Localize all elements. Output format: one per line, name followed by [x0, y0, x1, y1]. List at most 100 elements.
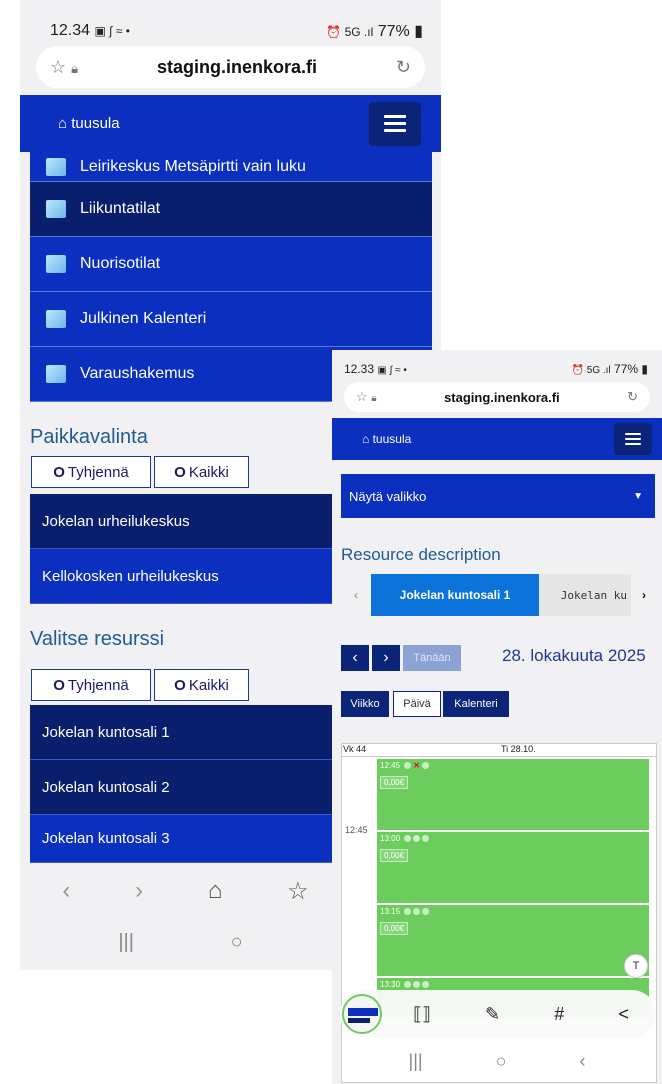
menu-item-nuorisotilat[interactable]: Nuorisotilat	[30, 237, 432, 292]
place-label: Kellokosken urheilukeskus	[42, 567, 219, 585]
tab-label: Jokelan kuntosali 1	[399, 588, 511, 602]
notification-icons: ▣ ∫ ≈ •	[377, 365, 407, 376]
slot-time: 12:45	[380, 761, 401, 770]
slot-price: 0,00€	[380, 922, 409, 935]
circle-icon: O	[53, 676, 65, 694]
day-label: Ti 28.10.	[501, 744, 536, 754]
slot-time: 13:30	[380, 980, 401, 989]
today-label: Tänään	[413, 652, 451, 664]
top-navbar: ⌂ tuusula	[332, 418, 662, 460]
url-bar[interactable]: ☆ 🔒︎ staging.inenkora.fi ↻	[344, 382, 650, 412]
cube-icon	[46, 310, 66, 328]
show-menu-dropdown[interactable]: Näytä valikko ▼	[341, 474, 655, 518]
menu-item-julkinen-kalenteri[interactable]: Julkinen Kalenteri	[30, 292, 432, 347]
capture-toolbar: ⟦⟧ ✎ # <	[340, 990, 656, 1038]
reload-icon[interactable]: ↻	[627, 389, 638, 405]
tab-active[interactable]: Jokelan kuntosali 1	[371, 574, 539, 616]
resource-clear-button[interactable]: O Tyhjennä	[31, 669, 151, 701]
brand-link[interactable]: ⌂ tuusula	[58, 115, 120, 132]
status-bar: 12.34 ▣ ∫ ≈ • ⏰ 5G .ıl 77% ▮	[20, 18, 441, 44]
home-icon[interactable]: ⌂	[208, 877, 223, 905]
time-label: 12:45	[345, 825, 368, 835]
screenshot-thumbnail[interactable]	[342, 994, 382, 1034]
back-icon[interactable]: ‹	[62, 877, 70, 905]
clock: 12.34	[50, 22, 91, 39]
next-day-button[interactable]: ›	[372, 645, 400, 671]
calendar-header: Vk 44 Ti 28.10.	[341, 743, 657, 757]
place-clear-label: Tyhjennä	[67, 463, 129, 481]
text-extract-icon[interactable]: T	[624, 954, 648, 978]
cancel-icon[interactable]: ✕	[413, 761, 420, 770]
resource-section-title: Valitse resurssi	[30, 628, 165, 650]
url-text: staging.inenkora.fi	[444, 389, 560, 405]
scan-icon[interactable]: ⟦⟧	[413, 1004, 431, 1025]
cube-icon	[46, 365, 66, 383]
brand-label: tuusula	[372, 432, 412, 446]
menu-item-label: Leirikeskus Metsäpirtti vain luku	[80, 157, 306, 175]
circle-icon: O	[53, 463, 65, 481]
url-text: staging.inenkora.fi	[156, 56, 317, 77]
place-label: Jokelan urheilukeskus	[42, 512, 190, 530]
view-week-button[interactable]: Viikko	[341, 691, 389, 717]
forward-icon[interactable]: ›	[135, 877, 143, 905]
bookmarks-icon[interactable]: ☆	[287, 877, 309, 906]
home-icon: ⌂	[58, 115, 68, 132]
circle-icon: O	[174, 676, 186, 694]
top-navbar: ⌂ tuusula	[20, 95, 441, 152]
system-nav-bar: ||| ○ ‹	[332, 1044, 662, 1078]
view-day-button[interactable]: Päivä	[393, 691, 441, 717]
reload-icon[interactable]: ↻	[396, 57, 411, 78]
lock-icon: 🔒︎	[371, 393, 377, 404]
view-calendar-button[interactable]: Kalenteri	[443, 691, 509, 717]
url-bar[interactable]: ☆ 🔒︎ staging.inenkora.fi ↻	[36, 46, 425, 88]
recents-icon[interactable]: |||	[409, 1051, 423, 1072]
resource-clear-label: Tyhjennä	[67, 676, 129, 694]
resource-tabs: ‹ Jokelan kuntosali 1 Jokelan ku ›	[341, 574, 657, 616]
recents-icon[interactable]: |||	[118, 931, 134, 954]
hamburger-menu-button[interactable]	[369, 101, 421, 146]
menu-item-liikuntatilat[interactable]: Liikuntatilat	[30, 182, 432, 237]
notification-icons: ▣ ∫ ≈ •	[94, 24, 130, 38]
right-phone-screenshot: 12.33 ▣ ∫ ≈ • ⏰ 5G .ıl 77% ▮ ☆ 🔒︎ stagin…	[332, 350, 662, 1084]
tab-inactive[interactable]: Jokelan ku	[539, 574, 631, 616]
tabs-next-icon[interactable]: ›	[631, 574, 657, 616]
menu-item-label: Julkinen Kalenteri	[80, 310, 207, 327]
tabs-prev-icon[interactable]: ‹	[341, 574, 371, 616]
hashtag-icon[interactable]: #	[554, 1004, 564, 1025]
date-title: 28. lokakuuta 2025	[502, 646, 646, 665]
signal-icons: ⏰ 5G .ıl	[571, 365, 611, 376]
place-all-label: Kaikki	[188, 463, 229, 481]
cube-icon	[46, 255, 66, 273]
system-home-icon[interactable]: ○	[231, 931, 243, 954]
signal-icons: ⏰ 5G .ıl	[326, 25, 374, 39]
slot-price: 0,00€	[380, 849, 409, 862]
brand-label: tuusula	[71, 115, 120, 132]
today-button[interactable]: Tänään	[403, 645, 461, 671]
caret-down-icon: ▼	[633, 490, 643, 502]
share-icon[interactable]: <	[618, 1004, 629, 1025]
resource-description-title: Resource description	[341, 545, 501, 564]
slot-price: 0,00€	[380, 776, 409, 789]
show-menu-label: Näytä valikko	[349, 488, 427, 504]
menu-item-label: Nuorisotilat	[80, 255, 161, 272]
menu-item-label: Liikuntatilat	[80, 200, 161, 217]
booking-slot[interactable]: 12:45 ✕ 0,00€	[377, 758, 649, 830]
place-all-button[interactable]: O Kaikki	[154, 456, 249, 488]
system-back-icon[interactable]: ‹	[579, 1051, 585, 1072]
view-label: Viikko	[350, 698, 380, 710]
prev-day-button[interactable]: ‹	[341, 645, 369, 671]
hamburger-menu-button[interactable]	[614, 423, 652, 455]
brand-link[interactable]: ⌂ tuusula	[362, 432, 411, 446]
edit-icon[interactable]: ✎	[485, 1004, 500, 1025]
resource-all-button[interactable]: O Kaikki	[154, 669, 249, 701]
resource-label: Jokelan kuntosali 3	[42, 830, 170, 847]
booking-slot[interactable]: 13:00 0,00€	[377, 831, 649, 903]
system-home-icon[interactable]: ○	[496, 1051, 507, 1072]
booking-slot[interactable]: 13:15 0,00€	[377, 904, 649, 976]
battery-level: 77%	[614, 362, 639, 376]
place-clear-button[interactable]: O Tyhjennä	[31, 456, 151, 488]
menu-item-leirikeskus[interactable]: Leirikeskus Metsäpirtti vain luku	[30, 152, 432, 182]
cube-icon	[46, 200, 66, 218]
bookmark-star-icon[interactable]: ☆ 🔒︎	[50, 57, 78, 78]
bookmark-star-icon[interactable]: ☆ 🔒︎	[356, 389, 377, 405]
